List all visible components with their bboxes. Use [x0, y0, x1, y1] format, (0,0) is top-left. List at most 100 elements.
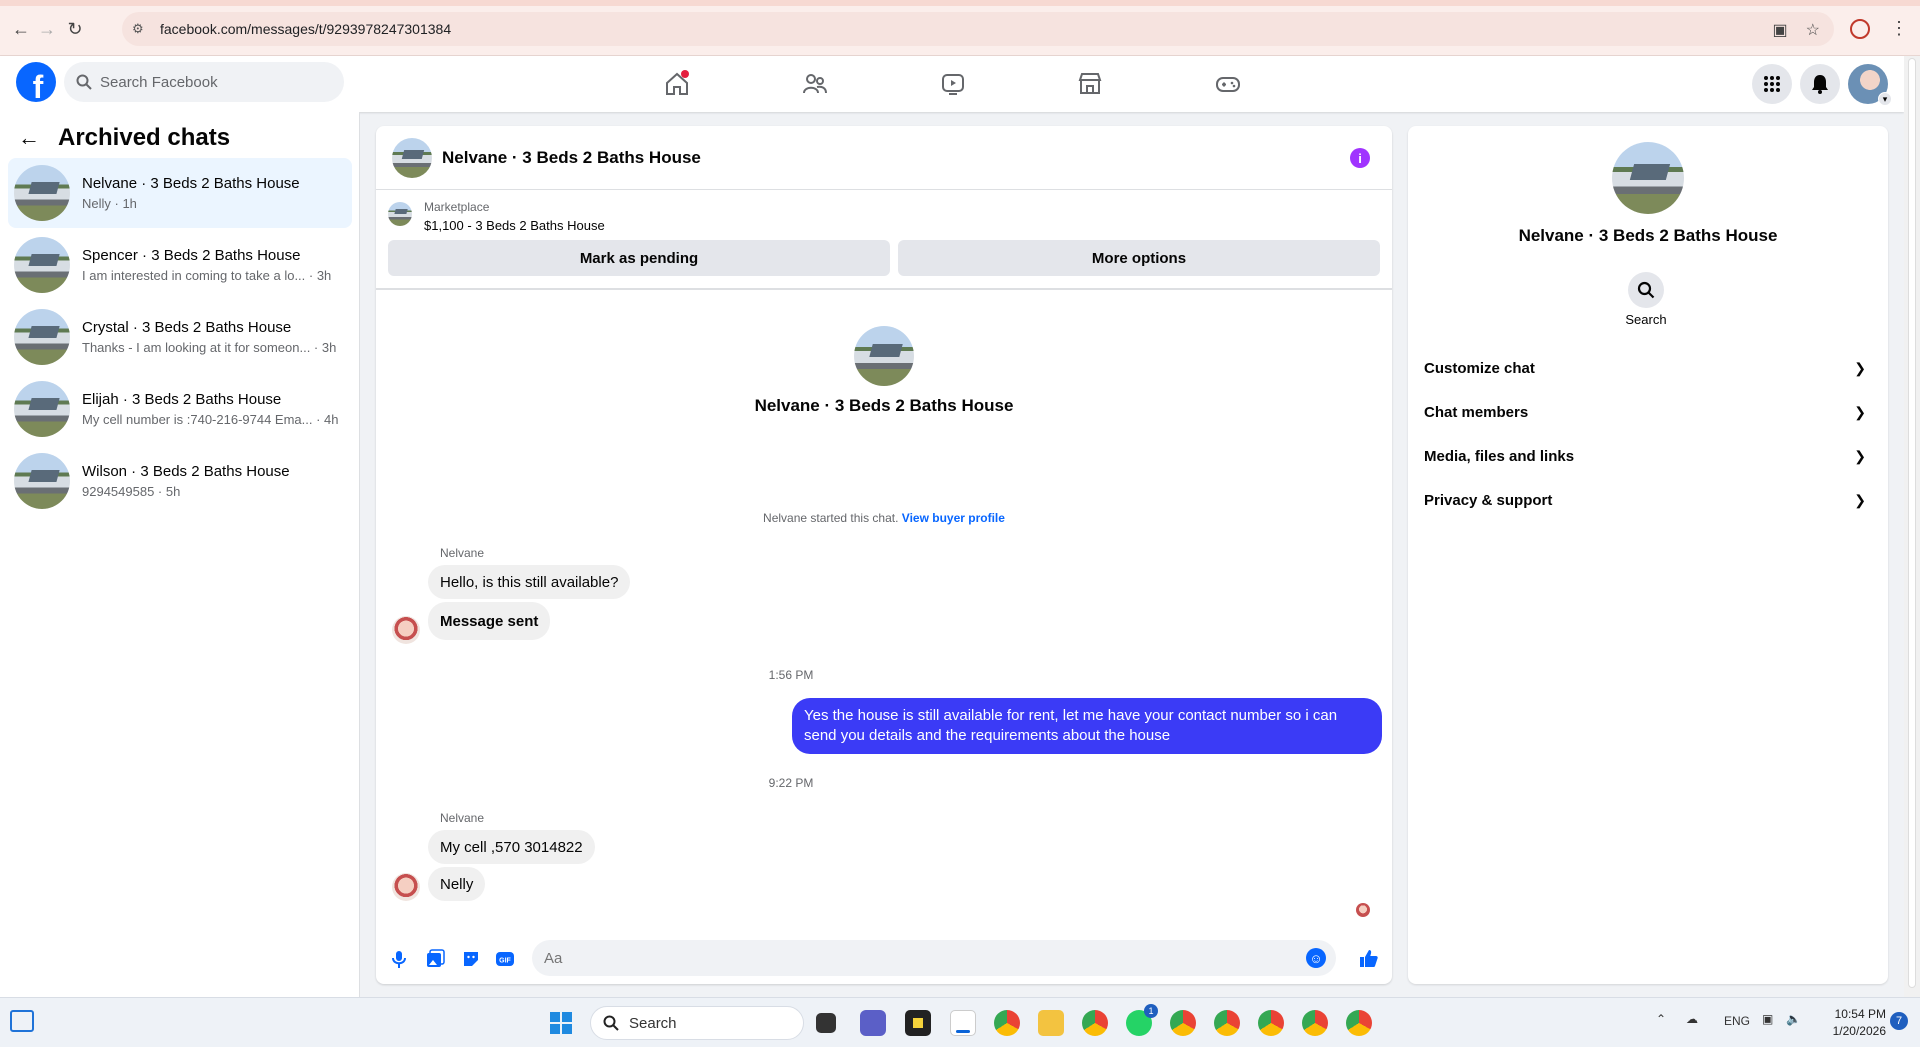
system-clock[interactable]: 10:54 PM 1/20/2026	[1820, 1006, 1886, 1040]
sticky-notes-icon[interactable]	[905, 1010, 931, 1036]
chat-list-item[interactable]: Crystal · 3 Beds 2 Baths House Thanks - I…	[8, 302, 352, 372]
notification-count-badge[interactable]: 7	[1890, 1012, 1908, 1030]
incoming-message[interactable]: Message sent	[428, 602, 551, 640]
outgoing-message[interactable]: Yes the house is still available for ren…	[792, 698, 1382, 754]
photo-icon[interactable]	[424, 948, 446, 970]
chat-avatar	[14, 237, 70, 293]
taskbar-search[interactable]: Search	[590, 1006, 804, 1040]
gaming-icon[interactable]	[1208, 66, 1248, 102]
active-indicator	[956, 1030, 970, 1033]
chat-list-item[interactable]: Nelvane · 3 Beds 2 Baths House Nelly · 1h	[8, 158, 352, 228]
browser-toolbar: ← → ↻ ⚙ facebook.com/messages/t/92939782…	[0, 0, 1920, 56]
sticker-icon[interactable]	[460, 948, 482, 970]
sender-avatar[interactable]	[392, 873, 420, 901]
video-icon[interactable]	[933, 66, 973, 102]
url-text[interactable]: facebook.com/messages/t/9293978247301384	[160, 21, 451, 37]
profile-avatar[interactable]: ▾	[1848, 64, 1892, 106]
chrome-icon[interactable]	[994, 1010, 1020, 1036]
privacy-support-section[interactable]: Privacy & support ❯	[1424, 482, 1872, 518]
gif-icon[interactable]: GIF	[494, 948, 516, 970]
search-input[interactable]	[100, 73, 320, 91]
incoming-message[interactable]: Nelly	[428, 867, 486, 901]
whatsapp-icon[interactable]: 1	[1126, 1004, 1158, 1036]
message-input-box[interactable]: ☺	[532, 940, 1336, 976]
info-icon[interactable]: i	[1350, 148, 1370, 168]
facebook-search[interactable]	[64, 62, 344, 102]
browser-menu-icon[interactable]: ⋮	[1890, 16, 1908, 40]
chat-name: Spencer · 3 Beds 2 Baths House	[82, 247, 301, 264]
home-icon[interactable]	[657, 66, 697, 102]
back-arrow-icon[interactable]: ←	[18, 125, 40, 151]
customize-chat-section[interactable]: Customize chat ❯	[1424, 350, 1872, 386]
address-bar[interactable]: ⚙ facebook.com/messages/t/92939782473013…	[122, 12, 1834, 46]
notifications-bell-icon[interactable]	[1800, 64, 1840, 104]
chrome-profile-icon[interactable]	[1170, 1010, 1196, 1036]
chat-members-section[interactable]: Chat members ❯	[1424, 394, 1872, 430]
facebook-logo[interactable]: f	[16, 62, 56, 102]
scrollbar-thumb[interactable]	[1908, 58, 1916, 988]
emoji-icon[interactable]: ☺	[1306, 948, 1326, 968]
bookmark-star-icon[interactable]: ☆	[1806, 20, 1820, 40]
message-input[interactable]	[544, 949, 1284, 967]
incoming-message[interactable]: My cell ,570 3014822	[428, 830, 595, 864]
chevron-down-icon: ❯	[1854, 491, 1866, 508]
listing-title[interactable]: $1,100 - 3 Beds 2 Baths House	[424, 218, 605, 233]
marketplace-icon[interactable]	[1070, 66, 1110, 102]
chrome-profile-icon[interactable]	[1302, 1010, 1328, 1036]
media-files-links-section[interactable]: Media, files and links ❯	[1424, 438, 1872, 474]
chat-name: Wilson · 3 Beds 2 Baths House	[82, 463, 290, 480]
chat-list-item[interactable]: Spencer · 3 Beds 2 Baths House I am inter…	[8, 230, 352, 300]
chrome-profile-icon[interactable]	[1082, 1010, 1108, 1036]
chat-avatar	[14, 453, 70, 509]
chat-name: Crystal · 3 Beds 2 Baths House	[82, 319, 292, 336]
details-avatar[interactable]	[1612, 142, 1684, 214]
windows-start-icon[interactable]	[548, 1010, 574, 1036]
incoming-message[interactable]: Hello, is this still available?	[428, 565, 631, 599]
site-info-icon[interactable]: ⚙	[132, 21, 160, 37]
task-view-app-icon[interactable]	[816, 1013, 836, 1033]
friends-icon[interactable]	[795, 66, 835, 102]
snipping-tool-icon[interactable]	[950, 1010, 976, 1036]
sender-avatar[interactable]	[392, 616, 420, 644]
mark-as-pending-button[interactable]: Mark as pending	[388, 240, 890, 276]
conversation-title[interactable]: Nelvane · 3 Beds 2 Baths House	[442, 148, 701, 168]
chevron-down-icon: ❯	[1854, 359, 1866, 376]
section-label: Chat members	[1424, 403, 1529, 421]
chevron-down-icon[interactable]: ▾	[1878, 92, 1892, 106]
conversation-avatar[interactable]	[392, 137, 432, 178]
conversation-header: Nelvane · 3 Beds 2 Baths House i	[376, 126, 1392, 190]
sender-name: Nelvane	[440, 546, 485, 560]
tray-chevron-up-icon[interactable]: ⌃	[1656, 1012, 1666, 1026]
chevron-down-icon: ❯	[1854, 403, 1866, 420]
file-explorer-icon[interactable]	[1038, 1010, 1064, 1036]
listing-thumbnail[interactable]	[388, 202, 412, 226]
menu-grid-icon[interactable]	[1752, 64, 1792, 104]
search-in-conversation-button[interactable]	[1628, 272, 1664, 308]
gif-label: GIF	[499, 958, 511, 965]
panel-title: Archived chats	[58, 124, 231, 151]
language-indicator[interactable]: ENG	[1724, 1014, 1750, 1028]
back-arrow-icon[interactable]: ←	[10, 18, 32, 40]
display-icon[interactable]: ▣	[1762, 1012, 1773, 1026]
page-scrollbar[interactable]	[1904, 56, 1920, 997]
chat-list-item[interactable]: Wilson · 3 Beds 2 Baths House 9294549585 …	[8, 446, 352, 516]
chrome-profile-icon[interactable]	[1346, 1010, 1372, 1036]
conversation-intro: Nelvane · 3 Beds 2 Baths House	[376, 326, 1392, 416]
thumbs-up-icon[interactable]	[1358, 947, 1380, 969]
forward-arrow-icon[interactable]: →	[36, 18, 58, 40]
chrome-profile-icon[interactable]	[1258, 1010, 1284, 1036]
microphone-icon[interactable]	[388, 948, 410, 970]
volume-icon[interactable]: 🔈	[1786, 1012, 1801, 1026]
more-options-button[interactable]: More options	[898, 240, 1380, 276]
teams-icon[interactable]	[860, 1010, 886, 1036]
search-icon	[1637, 281, 1655, 299]
install-app-icon[interactable]: ▣	[1773, 20, 1788, 40]
task-view-icon[interactable]	[10, 1010, 34, 1032]
view-buyer-profile-link[interactable]: View buyer profile	[902, 511, 1005, 525]
reload-icon[interactable]: ↻	[64, 18, 86, 40]
chat-list-item[interactable]: Elijah · 3 Beds 2 Baths House My cell num…	[8, 374, 352, 444]
browser-profile-icon[interactable]	[1850, 19, 1870, 39]
home-notification-dot	[681, 70, 689, 78]
network-off-icon[interactable]: ☁	[1686, 1012, 1698, 1026]
chrome-profile-icon[interactable]	[1214, 1010, 1240, 1036]
